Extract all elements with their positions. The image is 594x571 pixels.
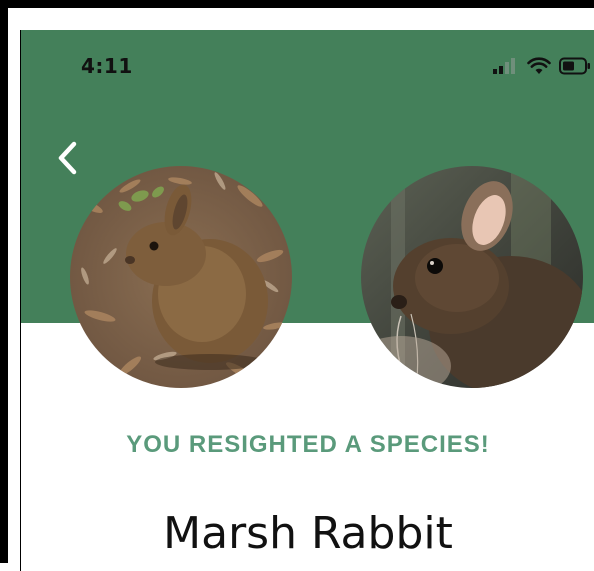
wifi-icon <box>527 57 551 74</box>
battery-icon <box>559 57 590 75</box>
species-name: Marsh Rabbit <box>163 508 453 559</box>
status-time: 4:11 <box>81 54 133 78</box>
chevron-left-icon <box>58 141 77 175</box>
status-icons <box>493 56 591 76</box>
back-button[interactable] <box>53 138 83 178</box>
cellular-signal-icon <box>493 58 515 74</box>
rabbit-photo-left <box>70 166 292 388</box>
rabbit-photo-right <box>361 166 583 388</box>
resighted-banner: YOU RESIGHTED A SPECIES! <box>126 431 490 458</box>
phone-screen: 4:11 YOU RESIGHTED A SPECIES! Marsh Rabb… <box>20 30 594 571</box>
screenshot-frame: 4:11 YOU RESIGHTED A SPECIES! Marsh Rabb… <box>0 0 594 571</box>
